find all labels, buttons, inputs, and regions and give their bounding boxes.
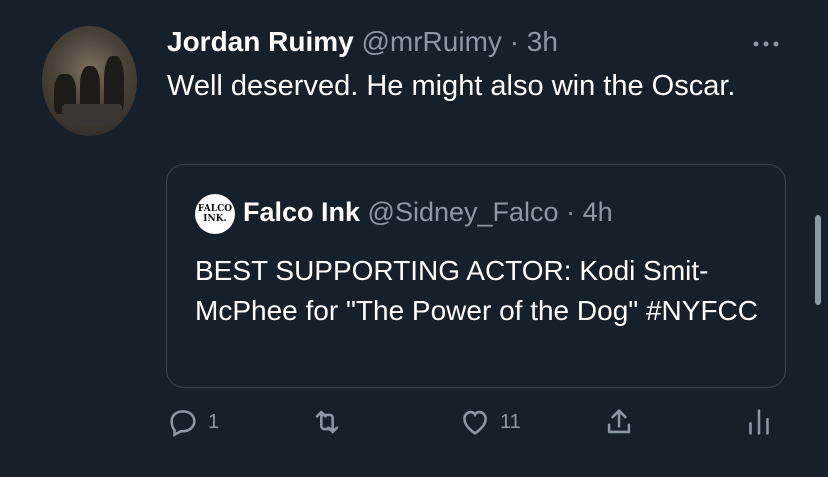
analytics-button[interactable]: [742, 405, 776, 439]
separator-dot: ·: [509, 26, 520, 57]
retweet-button[interactable]: [310, 405, 352, 439]
share-icon: [607, 409, 631, 434]
author-name[interactable]: Jordan Ruimy: [167, 26, 354, 57]
heart-icon: [463, 410, 487, 435]
like-button[interactable]: 11: [458, 405, 521, 439]
action-bar: 1 11: [0, 405, 828, 445]
reply-count: 1: [208, 410, 220, 433]
scrollbar[interactable]: [815, 215, 821, 305]
quoted-tweet[interactable]: FALCO INK. Falco Ink @Sidney_Falco · 4h …: [166, 164, 786, 388]
quoted-author-name[interactable]: Falco Ink: [243, 197, 360, 227]
quoted-avatar[interactable]: FALCO INK.: [195, 194, 235, 234]
quoted-header: Falco Ink @Sidney_Falco · 4h: [243, 197, 613, 228]
retweet-icon: [315, 410, 339, 434]
tweet-timestamp[interactable]: 3h: [527, 26, 558, 57]
quoted-timestamp[interactable]: 4h: [583, 197, 613, 227]
tweet-text: Well deserved. He might also win the Osc…: [167, 70, 736, 102]
more-icon[interactable]: [752, 30, 780, 61]
quoted-separator-dot: ·: [566, 197, 576, 227]
quoted-text: BEST SUPPORTING ACTOR: Kodi Smit-McPhee …: [195, 255, 758, 326]
quoted-author-handle[interactable]: @Sidney_Falco: [368, 197, 559, 227]
like-count: 11: [500, 410, 521, 433]
avatar[interactable]: [42, 26, 137, 136]
reply-icon: [170, 410, 196, 437]
tweet-header: Jordan Ruimy @mrRuimy · 3h: [167, 26, 558, 58]
reply-button[interactable]: 1: [166, 405, 219, 439]
share-button[interactable]: [602, 405, 644, 439]
analytics-icon: [749, 409, 769, 435]
author-handle[interactable]: @mrRuimy: [361, 26, 501, 57]
